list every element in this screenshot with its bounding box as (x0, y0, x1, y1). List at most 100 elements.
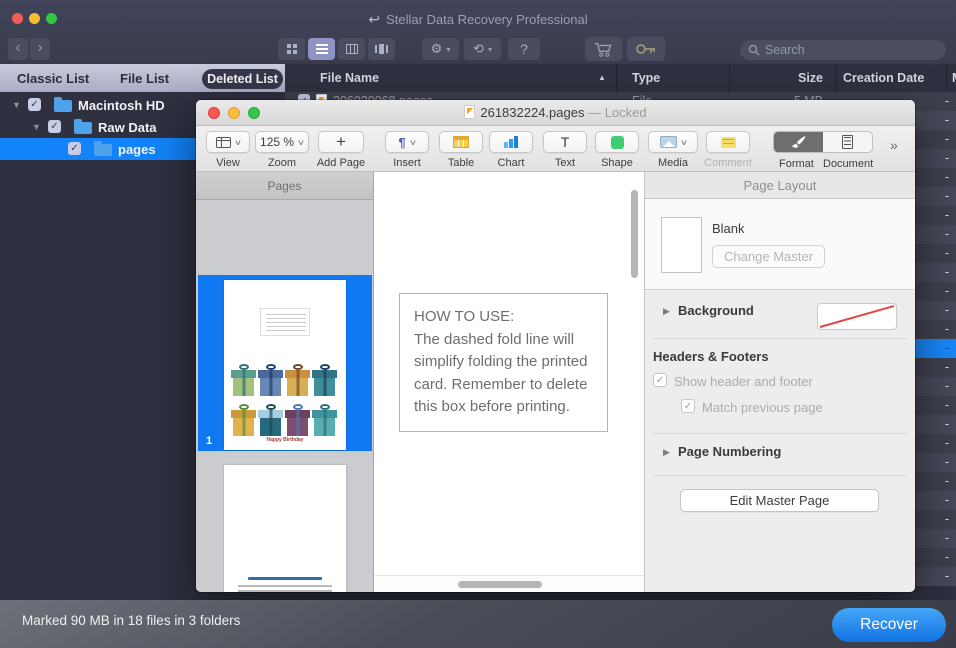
text-insert-button[interactable]: T (543, 131, 587, 153)
dropdown-arrow-icon: ▾ (488, 45, 492, 54)
help-button[interactable]: ? (508, 38, 540, 60)
cell-dash: - (940, 265, 954, 279)
background-color-well[interactable] (817, 303, 897, 330)
chevron-down-icon: ∨ (297, 138, 305, 147)
cell-dash: - (940, 227, 954, 241)
page-caption: Happy Birthday (224, 437, 346, 443)
tab-classic-list[interactable]: Classic List (17, 71, 89, 86)
vertical-scrollbar-thumb[interactable] (631, 190, 638, 278)
pages-panel-header: Pages (196, 172, 373, 200)
tab-deleted-list[interactable]: Deleted List (202, 69, 283, 89)
edit-master-page-button[interactable]: Edit Master Page (680, 489, 879, 512)
how-to-use-textbox[interactable]: HOW TO USE: The dashed fold line will si… (399, 293, 608, 432)
pages-preview-window: 261832224.pages — Locked ∨ View 125 %∨ Z… (196, 100, 915, 592)
comment-icon (721, 137, 736, 148)
cell-dash: - (940, 360, 954, 374)
add-page-button[interactable]: + (318, 131, 364, 153)
chart-insert-button[interactable] (489, 131, 533, 153)
column-header-file-name[interactable]: File Name (320, 71, 379, 85)
table-insert-button[interactable] (439, 131, 483, 153)
cell-dash: - (940, 189, 954, 203)
format-panel: Page Layout Blank Change Master ▶ Backgr… (645, 172, 915, 592)
column-header-size[interactable]: Size (729, 71, 823, 85)
gift-icon (258, 364, 283, 396)
column-header-partial[interactable]: M (952, 71, 956, 85)
grid-view-button[interactable] (278, 38, 305, 60)
help-icon: ? (520, 41, 528, 57)
back-arrow-icon: ↩ (368, 11, 380, 27)
page-numbering-label: Page Numbering (678, 444, 781, 459)
back-button[interactable]: ‹ (8, 38, 28, 60)
gift-grid (231, 364, 339, 438)
match-previous-checkbox[interactable]: ✓ (681, 399, 695, 413)
show-header-label: Show header and footer (674, 374, 813, 389)
tree-checkbox[interactable]: ✓ (48, 120, 61, 133)
document-canvas[interactable]: HOW TO USE: The dashed fold line will si… (374, 172, 645, 592)
paragraph-icon: ¶ (398, 135, 405, 150)
chart-label: Chart (498, 157, 525, 169)
recover-button[interactable]: Recover (832, 608, 946, 642)
zoom-dropdown[interactable]: 125 %∨ (255, 131, 309, 153)
column-divider[interactable] (616, 64, 617, 92)
text-label: Text (555, 157, 575, 169)
gift-icon (258, 404, 283, 436)
key-icon (635, 42, 657, 56)
page-numbering-disclosure-icon[interactable]: ▶ (663, 447, 670, 458)
coverflow-view-button[interactable] (368, 38, 395, 60)
sort-ascending-icon: ▲ (598, 73, 606, 82)
cell-dash: - (940, 170, 954, 184)
tree-expand-icon[interactable]: ▼ (12, 100, 21, 110)
list-view-button[interactable] (308, 38, 335, 60)
column-view-icon (346, 44, 358, 54)
folder-icon (54, 100, 72, 112)
resume-recovery-button[interactable]: ⟲▾ (464, 38, 501, 60)
cell-dash: - (940, 512, 954, 526)
media-menu-button[interactable]: ∨ (648, 131, 698, 153)
column-header-type[interactable]: Type (632, 71, 660, 85)
format-label: Format (779, 158, 814, 170)
view-menu-button[interactable]: ∨ (206, 131, 250, 153)
show-header-checkbox[interactable]: ✓ (653, 373, 667, 387)
insert-menu-button[interactable]: ¶∨ (385, 131, 429, 153)
column-view-button[interactable] (338, 38, 365, 60)
textbox-line: The dashed fold line will (414, 329, 607, 352)
column-header-creation-date[interactable]: Creation Date (843, 71, 924, 85)
buy-button[interactable] (585, 37, 622, 61)
document-tab[interactable] (823, 132, 872, 152)
horizontal-scrollbar-thumb[interactable] (458, 581, 542, 588)
tree-item-label: Raw Data (98, 120, 157, 135)
folder-icon (74, 122, 92, 134)
history-icon: ⟲ (473, 41, 484, 57)
format-tab[interactable] (774, 132, 823, 152)
chart-icon (504, 136, 518, 148)
tree-checkbox[interactable]: ✓ (28, 98, 41, 111)
settings-menu-button[interactable]: ⚙▾ (422, 38, 459, 60)
tree-expand-icon[interactable]: ▼ (32, 122, 41, 132)
column-divider[interactable] (946, 64, 947, 92)
view-label: View (216, 157, 240, 169)
master-page-thumbnail[interactable] (661, 217, 702, 273)
cell-dash: - (940, 303, 954, 317)
cell-dash: - (940, 151, 954, 165)
section-divider (653, 433, 907, 434)
tab-file-list[interactable]: File List (120, 71, 169, 86)
cell-dash: - (940, 132, 954, 146)
column-divider[interactable] (836, 64, 837, 92)
tree-checkbox[interactable]: ✓ (68, 142, 81, 155)
page2-heading-line (248, 577, 322, 580)
page-1-thumbnail[interactable]: Happy Birthday (224, 280, 346, 450)
search-field[interactable] (740, 40, 946, 60)
activation-button[interactable] (627, 37, 665, 61)
search-input[interactable] (765, 43, 938, 57)
comment-button[interactable] (706, 131, 750, 153)
app-title: ↩Stellar Data Recovery Professional (0, 11, 956, 28)
cell-dash: - (940, 246, 954, 260)
shape-insert-button[interactable] (595, 131, 639, 153)
cell-dash: - (940, 455, 954, 469)
list-view-icon (316, 44, 328, 54)
page-2-thumbnail[interactable] (224, 465, 346, 592)
background-disclosure-icon[interactable]: ▶ (663, 306, 670, 317)
forward-button[interactable]: › (30, 38, 50, 60)
toolbar-overflow-icon[interactable]: » (890, 137, 896, 153)
change-master-button[interactable]: Change Master (712, 245, 825, 268)
